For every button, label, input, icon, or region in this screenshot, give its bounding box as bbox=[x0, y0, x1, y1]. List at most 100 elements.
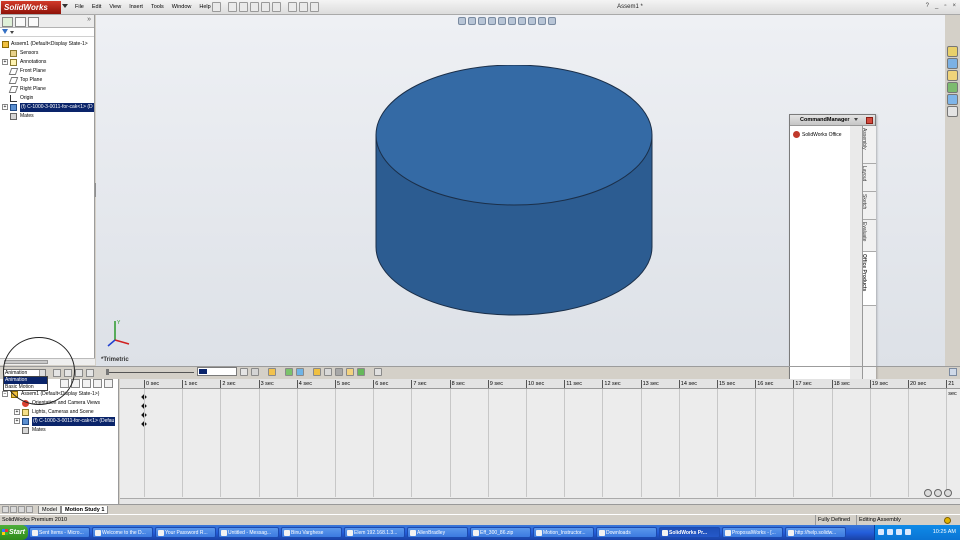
motion-tree-item-mates[interactable]: Mates bbox=[0, 426, 119, 435]
expand-plus-icon[interactable]: + bbox=[14, 418, 20, 424]
pin-icon[interactable] bbox=[212, 2, 221, 12]
tree-root-assembly[interactable]: Assem1 (Default<Display State-1> bbox=[0, 40, 95, 49]
scroll-next-icon[interactable] bbox=[18, 506, 25, 513]
section-view-icon[interactable] bbox=[488, 17, 496, 25]
menu-file[interactable]: File bbox=[71, 0, 88, 15]
motion-tree-item-part[interactable]: + (f) C-1000-3-0011-for-cak<1> (Defau bbox=[0, 417, 119, 426]
taskbar-button[interactable]: Binu Varghese bbox=[281, 527, 342, 538]
animation-wizard-icon[interactable] bbox=[268, 368, 276, 376]
autokey-icon[interactable] bbox=[285, 368, 293, 376]
calculate-icon[interactable] bbox=[53, 369, 61, 377]
tab-model[interactable]: Model bbox=[38, 506, 61, 514]
taskbar-button[interactable]: Elem 192.168.1.3... bbox=[344, 527, 405, 538]
filter-animated-icon[interactable] bbox=[60, 379, 69, 388]
scroll-prev-icon[interactable] bbox=[10, 506, 17, 513]
taskbar-button[interactable]: Your Password R... bbox=[155, 527, 216, 538]
print-icon[interactable] bbox=[261, 2, 270, 12]
expand-plus-icon[interactable]: + bbox=[2, 59, 8, 65]
menu-edit[interactable]: Edit bbox=[88, 0, 105, 15]
messenger-icon[interactable] bbox=[905, 529, 911, 535]
study-type-option-basic-motion[interactable]: Basic Motion bbox=[4, 384, 47, 391]
tab-motion-study-1[interactable]: Motion Study 1 bbox=[61, 506, 109, 514]
feature-filter[interactable] bbox=[0, 28, 94, 37]
motion-tree-root[interactable]: − Assem1 (Default<Display State-1>) bbox=[0, 390, 119, 399]
filter-selected-icon[interactable] bbox=[82, 379, 91, 388]
playback-speed-select[interactable] bbox=[197, 367, 237, 376]
save-animation-icon[interactable] bbox=[251, 368, 259, 376]
taskbar-button[interactable]: Sent Items - Micro... bbox=[29, 527, 90, 538]
edit-appearance-icon[interactable] bbox=[528, 17, 536, 25]
filter-icon[interactable] bbox=[2, 29, 8, 34]
appearances-icon[interactable] bbox=[947, 106, 958, 117]
rebuild-icon[interactable] bbox=[299, 2, 308, 12]
tab-evaluate[interactable]: Evaluate bbox=[861, 220, 876, 252]
undo-icon[interactable] bbox=[272, 2, 281, 12]
select-pointer-icon[interactable] bbox=[288, 2, 297, 12]
taskbar-button[interactable]: Downloads bbox=[596, 527, 657, 538]
file-explorer-icon[interactable] bbox=[947, 70, 958, 81]
filter-dropdown-arrow-icon[interactable] bbox=[10, 31, 14, 34]
play-icon[interactable] bbox=[75, 369, 83, 377]
filter-results-icon[interactable] bbox=[93, 379, 102, 388]
motion-study-divider[interactable] bbox=[0, 366, 960, 367]
options-icon[interactable] bbox=[310, 2, 319, 12]
hide-show-items-icon[interactable] bbox=[518, 17, 526, 25]
tree-item-top-plane[interactable]: Top Plane bbox=[0, 76, 95, 85]
feature-tree-horizontal-scrollbar[interactable] bbox=[0, 358, 95, 365]
network-icon[interactable] bbox=[878, 529, 884, 535]
start-button[interactable]: Start bbox=[0, 525, 28, 540]
view-settings-icon[interactable] bbox=[548, 17, 556, 25]
timeline-ruler[interactable]: 0 sec 1 sec 2 sec 3 sec 4 sec 5 sec 6 sec 7 sec… bbox=[120, 379, 960, 397]
minimize-button[interactable]: _ bbox=[935, 3, 938, 9]
taskbar-button[interactable]: Welcome to the D... bbox=[92, 527, 153, 538]
tree-item-mates[interactable]: Mates bbox=[0, 112, 95, 121]
expand-panel-icon[interactable]: » bbox=[87, 16, 91, 23]
tab-assembly[interactable]: Assembly bbox=[861, 126, 876, 164]
taskbar-button[interactable]: SolidWorks Pr... bbox=[659, 527, 720, 538]
tree-item-front-plane[interactable]: Front Plane bbox=[0, 67, 95, 76]
volume-icon[interactable] bbox=[887, 529, 893, 535]
playback-slider-handle[interactable] bbox=[106, 369, 109, 375]
save-icon[interactable] bbox=[250, 2, 259, 12]
design-library-icon[interactable] bbox=[947, 58, 958, 69]
spring-icon[interactable] bbox=[324, 368, 332, 376]
taskbar-button[interactable]: http://help.solidw... bbox=[785, 527, 846, 538]
configuration-manager-tab-icon[interactable] bbox=[28, 17, 39, 27]
command-manager-floating-panel[interactable]: CommandManager SolidWorks Office Assembl… bbox=[789, 114, 876, 422]
menu-insert[interactable]: Insert bbox=[125, 0, 147, 15]
command-manager-title[interactable]: CommandManager bbox=[790, 115, 875, 126]
chevron-down-icon[interactable] bbox=[854, 118, 858, 121]
new-document-icon[interactable] bbox=[228, 2, 237, 12]
close-button[interactable]: × bbox=[952, 3, 956, 9]
tab-office-products[interactable]: Office Products bbox=[861, 252, 876, 306]
motion-study-properties-icon[interactable] bbox=[374, 368, 382, 376]
motion-timeline[interactable]: 0 sec 1 sec 2 sec 3 sec 4 sec 5 sec 6 sec 7 sec… bbox=[120, 379, 960, 504]
motor-icon[interactable] bbox=[313, 368, 321, 376]
view-palette-icon[interactable] bbox=[947, 94, 958, 105]
security-icon[interactable] bbox=[896, 529, 902, 535]
expand-plus-icon[interactable]: + bbox=[2, 104, 8, 110]
zoom-to-area-icon[interactable] bbox=[468, 17, 476, 25]
menu-view[interactable]: View bbox=[105, 0, 125, 15]
gravity-icon[interactable] bbox=[346, 368, 354, 376]
contact-icon[interactable] bbox=[335, 368, 343, 376]
search-icon[interactable] bbox=[947, 82, 958, 93]
collapse-motion-manager-icon[interactable] bbox=[949, 368, 957, 376]
previous-view-icon[interactable] bbox=[478, 17, 486, 25]
study-type-option-animation[interactable]: Animation bbox=[4, 377, 47, 384]
zoom-in-icon[interactable] bbox=[924, 489, 932, 497]
menu-tools[interactable]: Tools bbox=[147, 0, 168, 15]
pin-icon[interactable] bbox=[866, 117, 873, 124]
expand-plus-icon[interactable]: + bbox=[14, 409, 20, 415]
quick-tips-icon[interactable] bbox=[944, 517, 951, 524]
scroll-last-icon[interactable] bbox=[26, 506, 33, 513]
taskbar-button[interactable]: ProposalWorks - [... bbox=[722, 527, 783, 538]
open-folder-icon[interactable] bbox=[239, 2, 248, 12]
playback-slider-track[interactable] bbox=[106, 372, 194, 373]
zoom-out-icon[interactable] bbox=[934, 489, 942, 497]
tree-item-annotations[interactable]: + Annotations bbox=[0, 58, 95, 67]
filter-driving-icon[interactable] bbox=[71, 379, 80, 388]
feature-tree-tab-icon[interactable] bbox=[2, 17, 13, 27]
tree-item-origin[interactable]: Origin bbox=[0, 94, 95, 103]
property-manager-tab-icon[interactable] bbox=[15, 17, 26, 27]
